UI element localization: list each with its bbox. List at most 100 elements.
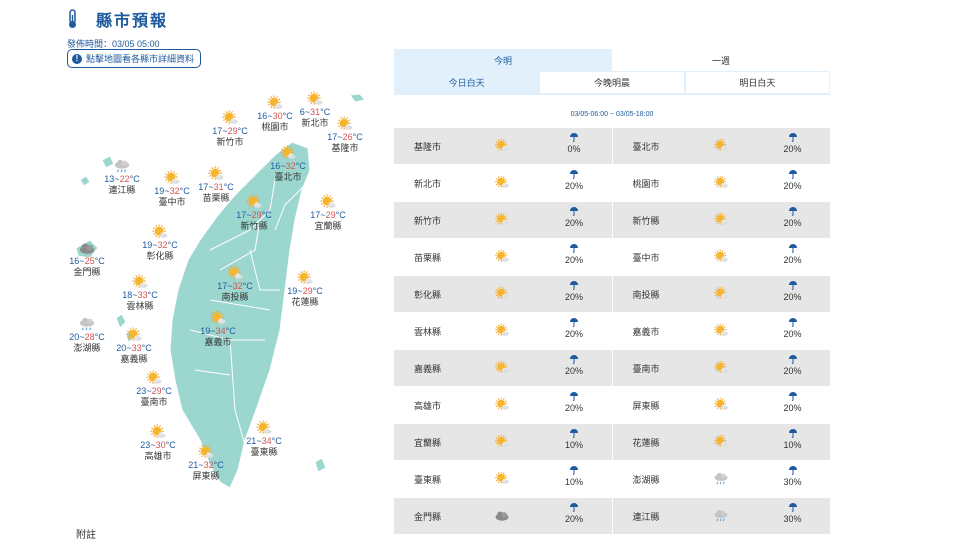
map-city[interactable]: 21~34°C 臺東縣 (234, 420, 294, 458)
low-temp: 23 (140, 440, 151, 450)
low-temp: 21 (188, 460, 199, 470)
high-temp: 26 (342, 132, 353, 142)
map-city[interactable]: 19~34°C 嘉義市 (188, 310, 248, 348)
city-forecast-cell[interactable]: 澎湖縣 30% (611, 461, 831, 497)
city-name: 宜蘭縣 (314, 221, 342, 231)
map-city[interactable]: 18~33°C 雲林縣 (110, 274, 170, 312)
city-name: 臺南市 (632, 363, 660, 374)
rain-chance: 30% (781, 466, 805, 487)
city-forecast-cell[interactable]: 新竹縣 20% (611, 202, 831, 238)
city-forecast-cell[interactable]: 花蓮縣 10% (611, 424, 831, 460)
city-forecast-cell[interactable]: 雲林縣 20% (394, 313, 612, 349)
rain-percent: 20% (783, 366, 802, 376)
page-title: 縣市預報 (96, 13, 169, 30)
city-forecast-cell[interactable]: 新北市 20% (394, 165, 612, 201)
tab-today-tomorrow[interactable]: 今明 (394, 49, 612, 71)
city-forecast-cell[interactable]: 宜蘭縣 10% (394, 424, 612, 460)
city-name: 新竹市 (216, 137, 244, 147)
city-forecast-cell[interactable]: 基隆市 0% (394, 128, 612, 164)
city-forecast-cell[interactable]: 臺中市 20% (611, 239, 831, 275)
temp-unit: °C (94, 256, 105, 266)
sunny-cloudy-icon (132, 274, 148, 288)
low-temp: 23 (136, 386, 147, 396)
city-forecast-cell[interactable]: 金門縣 20% (394, 498, 612, 534)
map-city[interactable]: 16~32°C 臺北市 (258, 145, 318, 183)
city-name: 臺北市 (274, 172, 302, 182)
map-city[interactable]: 21~32°C 屏東縣 (176, 444, 236, 482)
map-city[interactable]: 17~32°C 南投縣 (205, 265, 265, 303)
umbrella-icon (570, 170, 578, 179)
tab-week[interactable]: 一週 (612, 49, 830, 71)
sunny-cloudy-icon (495, 397, 509, 410)
sunny-cloudy-icon (222, 110, 238, 124)
city-name: 基隆市 (414, 141, 442, 152)
city-forecast-cell[interactable]: 嘉義縣 20% (394, 350, 612, 386)
tab-tonight[interactable]: 今晚明晨 (539, 71, 685, 94)
map-city[interactable]: 19~29°C 花蓮縣 (275, 270, 335, 308)
city-name: 新竹縣 (240, 221, 268, 231)
matsu-island-2 (79, 175, 91, 187)
map-city[interactable]: 19~32°C 彰化縣 (130, 224, 190, 262)
city-forecast-cell[interactable]: 南投縣 20% (611, 276, 831, 312)
high-temp: 33 (137, 290, 148, 300)
rain-chance: 20% (781, 355, 805, 376)
sunny-cloudy-icon (713, 286, 728, 299)
sunny-cloudy-icon (256, 420, 272, 434)
low-temp: 17 (236, 210, 247, 220)
city-forecast-cell[interactable]: 新竹市 20% (394, 202, 612, 238)
map-city[interactable]: 20~33°C 嘉義縣 (104, 327, 164, 365)
city-name: 臺中市 (632, 252, 660, 263)
guishan-island (349, 93, 366, 103)
map-city[interactable]: 16~25°C 金門縣 (57, 240, 117, 278)
city-forecast-cell[interactable]: 連江縣 30% (611, 498, 831, 534)
rain-percent: 10% (783, 440, 802, 450)
city-forecast-cell[interactable]: 臺南市 20% (611, 350, 831, 386)
temp-unit: °C (352, 132, 363, 142)
tab-tomorrow-day[interactable]: 明日白天 (684, 71, 830, 94)
low-temp: 17 (310, 210, 321, 220)
map-city[interactable]: 17~29°C 新竹縣 (224, 194, 284, 232)
city-name: 金門縣 (73, 267, 101, 277)
umbrella-icon (788, 133, 797, 142)
umbrella-icon (570, 318, 578, 327)
rain-percent: 20% (564, 366, 583, 376)
map-city[interactable]: 17~26°C 基隆市 (315, 116, 375, 154)
sunny-cloudy-icon (267, 95, 283, 109)
forecast-table: 基隆市 0% 臺北市 20% 新北市 20% 桃園市 20% 新竹市 20% 新竹縣 20% 苗栗縣 20… (394, 128, 830, 535)
city-forecast-cell[interactable]: 高雄市 20% (394, 387, 612, 423)
table-row: 嘉義縣 20% 臺南市 20% (394, 350, 830, 387)
high-temp: 29 (325, 210, 336, 220)
map-city[interactable]: 23~29°C 臺南市 (124, 370, 184, 408)
rain-percent: 10% (564, 440, 583, 450)
city-forecast-cell[interactable]: 臺東縣 10% (394, 461, 612, 497)
umbrella-icon (788, 355, 797, 364)
city-temp: 17~31°C (198, 182, 234, 192)
rain-chance: 20% (562, 392, 586, 413)
time-range: 03/05-06:00 ~ 03/05-18:00 (570, 111, 654, 118)
rain-chance: 20% (562, 207, 586, 228)
map-city[interactable]: 17~29°C 宜蘭縣 (298, 194, 358, 232)
city-forecast-cell[interactable]: 屏東縣 20% (611, 387, 831, 423)
sunny-cloudy-icon (713, 138, 728, 151)
detail-button[interactable]: ! 點擊地圖看各縣市詳細資料 (67, 49, 202, 68)
city-forecast-cell[interactable]: 彰化縣 20% (394, 276, 612, 312)
umbrella-icon (788, 429, 797, 438)
umbrella-icon (788, 503, 797, 512)
table-row: 雲林縣 20% 嘉義市 20% (394, 313, 830, 350)
sub-tabs: 今日白天 今晚明晨 明日白天 (394, 71, 830, 95)
sunny-cloudy-icon (495, 434, 509, 447)
rain-percent: 20% (783, 403, 802, 413)
city-name: 臺東縣 (250, 447, 278, 457)
city-forecast-cell[interactable]: 苗栗縣 20% (394, 239, 612, 275)
city-forecast-cell[interactable]: 桃園市 20% (611, 165, 831, 201)
low-temp: 19 (142, 240, 153, 250)
umbrella-icon (570, 466, 578, 475)
low-temp: 19 (287, 286, 298, 296)
sunny-cloudy-icon (152, 224, 168, 238)
city-name: 基隆市 (331, 143, 359, 153)
taiwan-map[interactable]: 17~29°C 新竹市 16~30°C 桃園市 6~31°C 新北市 17~26°C 基隆市 1… (60, 90, 380, 510)
high-temp: 32 (169, 186, 180, 196)
city-forecast-cell[interactable]: 嘉義市 20% (611, 313, 831, 349)
tab-today-day[interactable]: 今日白天 (394, 71, 540, 94)
city-forecast-cell[interactable]: 臺北市 20% (611, 128, 831, 164)
